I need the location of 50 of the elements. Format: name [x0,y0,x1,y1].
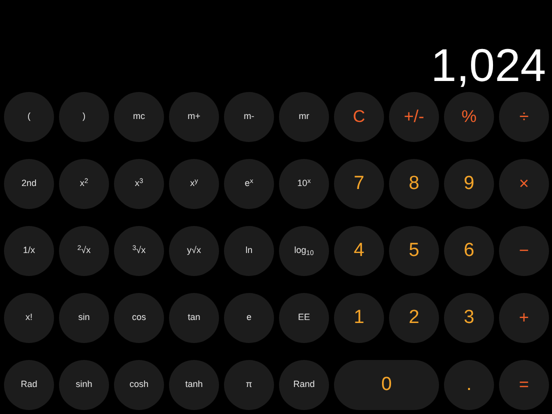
calculator-key[interactable]: π [224,360,274,410]
calculator-key[interactable]: x$^{2}$ [59,159,109,209]
calculator-key[interactable]: ) [59,92,109,142]
calculator-key[interactable]: 6 [444,226,494,276]
calculator-key[interactable]: 0 [334,360,439,410]
calculator-key[interactable]: log$_{10}$ [279,226,329,276]
calculator-key[interactable]: x$^{y}$ [169,159,219,209]
calculator-key[interactable]: = [499,360,549,410]
calculator-key[interactable]: C [334,92,384,142]
calculator-key[interactable]: cosh [114,360,164,410]
calculator-key[interactable]: 10$^{x}$ [279,159,329,209]
calculator-key[interactable]: m+ [169,92,219,142]
calculator-key[interactable]: 2nd [4,159,54,209]
calculator-key[interactable]: x$^{3}$ [114,159,164,209]
calculator-key[interactable]: ln [224,226,274,276]
calculator-key[interactable]: 1 [334,293,384,343]
calculator-key[interactable]: 1/x [4,226,54,276]
calculator-key[interactable]: 2 [389,293,439,343]
calculator-key[interactable]: 5 [389,226,439,276]
calculator-key[interactable]: Rad [4,360,54,410]
calculator-key[interactable]: × [499,159,549,209]
calculator-key[interactable]: e$^{x}$ [224,159,274,209]
calculator-key[interactable]: 3 [444,293,494,343]
calculator-key[interactable]: sinh [59,360,109,410]
calculator-key[interactable]: e [224,293,274,343]
calculator-key[interactable]: m- [224,92,274,142]
calculator-key[interactable]: EE [279,293,329,343]
calculator-key[interactable]: mc [114,92,164,142]
calculator-key[interactable]: mr [279,92,329,142]
calculator-key[interactable]: − [499,226,549,276]
calculator-key[interactable]: 9 [444,159,494,209]
calculator-key[interactable]: ( [4,92,54,142]
calculator-key[interactable]: 4 [334,226,384,276]
calculator-key[interactable]: x! [4,293,54,343]
calculator-key[interactable]: 7 [334,159,384,209]
calculator-key[interactable]: sin [59,293,109,343]
calculator-key[interactable]: Rand [279,360,329,410]
calculator-key[interactable]: . [444,360,494,410]
calculator-key[interactable]: cos [114,293,164,343]
calculator-key[interactable]: tanh [169,360,219,410]
calculator-key[interactable]: tan [169,293,219,343]
calculator-key[interactable]: ÷ [499,92,549,142]
display-value: 1,024 [430,42,546,88]
calculator-key[interactable]: +/- [389,92,439,142]
calculator-key[interactable]: 8 [389,159,439,209]
calculator-key[interactable]: $^{2}$√x [59,226,109,276]
calculator-key[interactable]: + [499,293,549,343]
calculator-key[interactable]: y√x [169,226,219,276]
calculator-key[interactable]: % [444,92,494,142]
calculator-key[interactable]: $^{3}$√x [114,226,164,276]
